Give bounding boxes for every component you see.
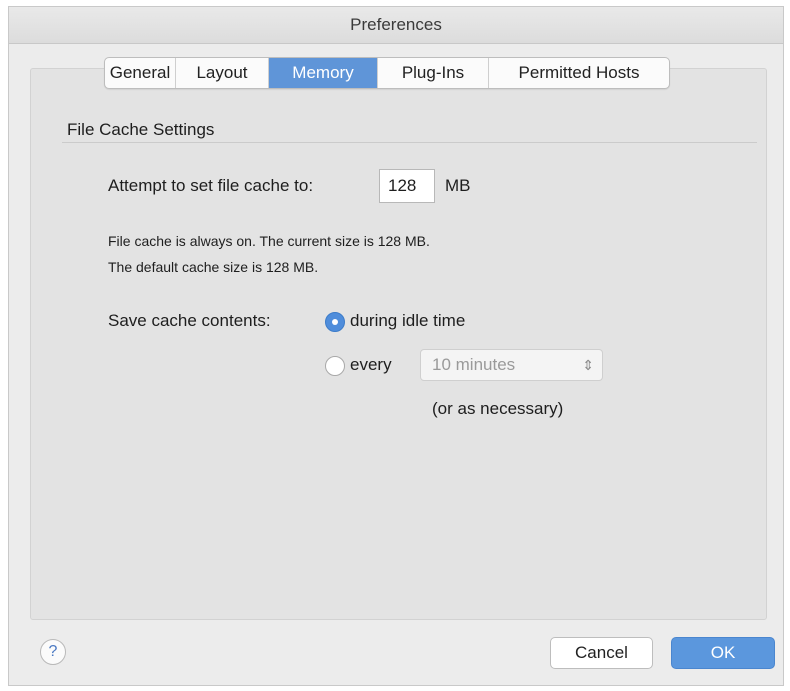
tab-general[interactable]: General (105, 58, 176, 88)
interval-select-value: 10 minutes (432, 355, 516, 374)
help-button[interactable]: ? (40, 639, 66, 665)
question-mark-icon: ? (48, 643, 58, 660)
tab-memory[interactable]: Memory (269, 58, 378, 88)
radio-every[interactable] (325, 356, 345, 376)
cache-info-line-2: The default cache size is 128 MB. (108, 259, 319, 275)
every-label[interactable]: every (350, 355, 392, 375)
cancel-button[interactable]: Cancel (550, 637, 653, 669)
file-cache-size-input[interactable] (379, 169, 435, 203)
memory-panel (30, 68, 767, 620)
window-title: Preferences (9, 7, 783, 44)
tab-plug-ins[interactable]: Plug-Ins (378, 58, 489, 88)
tab-layout[interactable]: Layout (176, 58, 269, 88)
attempt-cache-label: Attempt to set file cache to: (108, 176, 314, 195)
radio-during-idle-time[interactable] (325, 312, 345, 332)
cache-unit-label: MB (445, 176, 471, 195)
during-idle-time-label[interactable]: during idle time (350, 311, 465, 331)
ok-button[interactable]: OK (671, 637, 775, 669)
file-cache-section-title: File Cache Settings (67, 120, 215, 139)
section-divider (62, 142, 757, 143)
save-cache-label: Save cache contents: (108, 311, 271, 330)
tab-permitted-hosts[interactable]: Permitted Hosts (489, 58, 669, 88)
tab-bar: General Layout Memory Plug-Ins Permitted… (104, 57, 670, 89)
chevron-up-down-icon: ⇕ (582, 357, 594, 373)
interval-select[interactable]: 10 minutes ⇕ (420, 349, 603, 381)
as-necessary-note: (or as necessary) (432, 399, 564, 418)
cache-info-line-1: File cache is always on. The current siz… (108, 233, 430, 249)
